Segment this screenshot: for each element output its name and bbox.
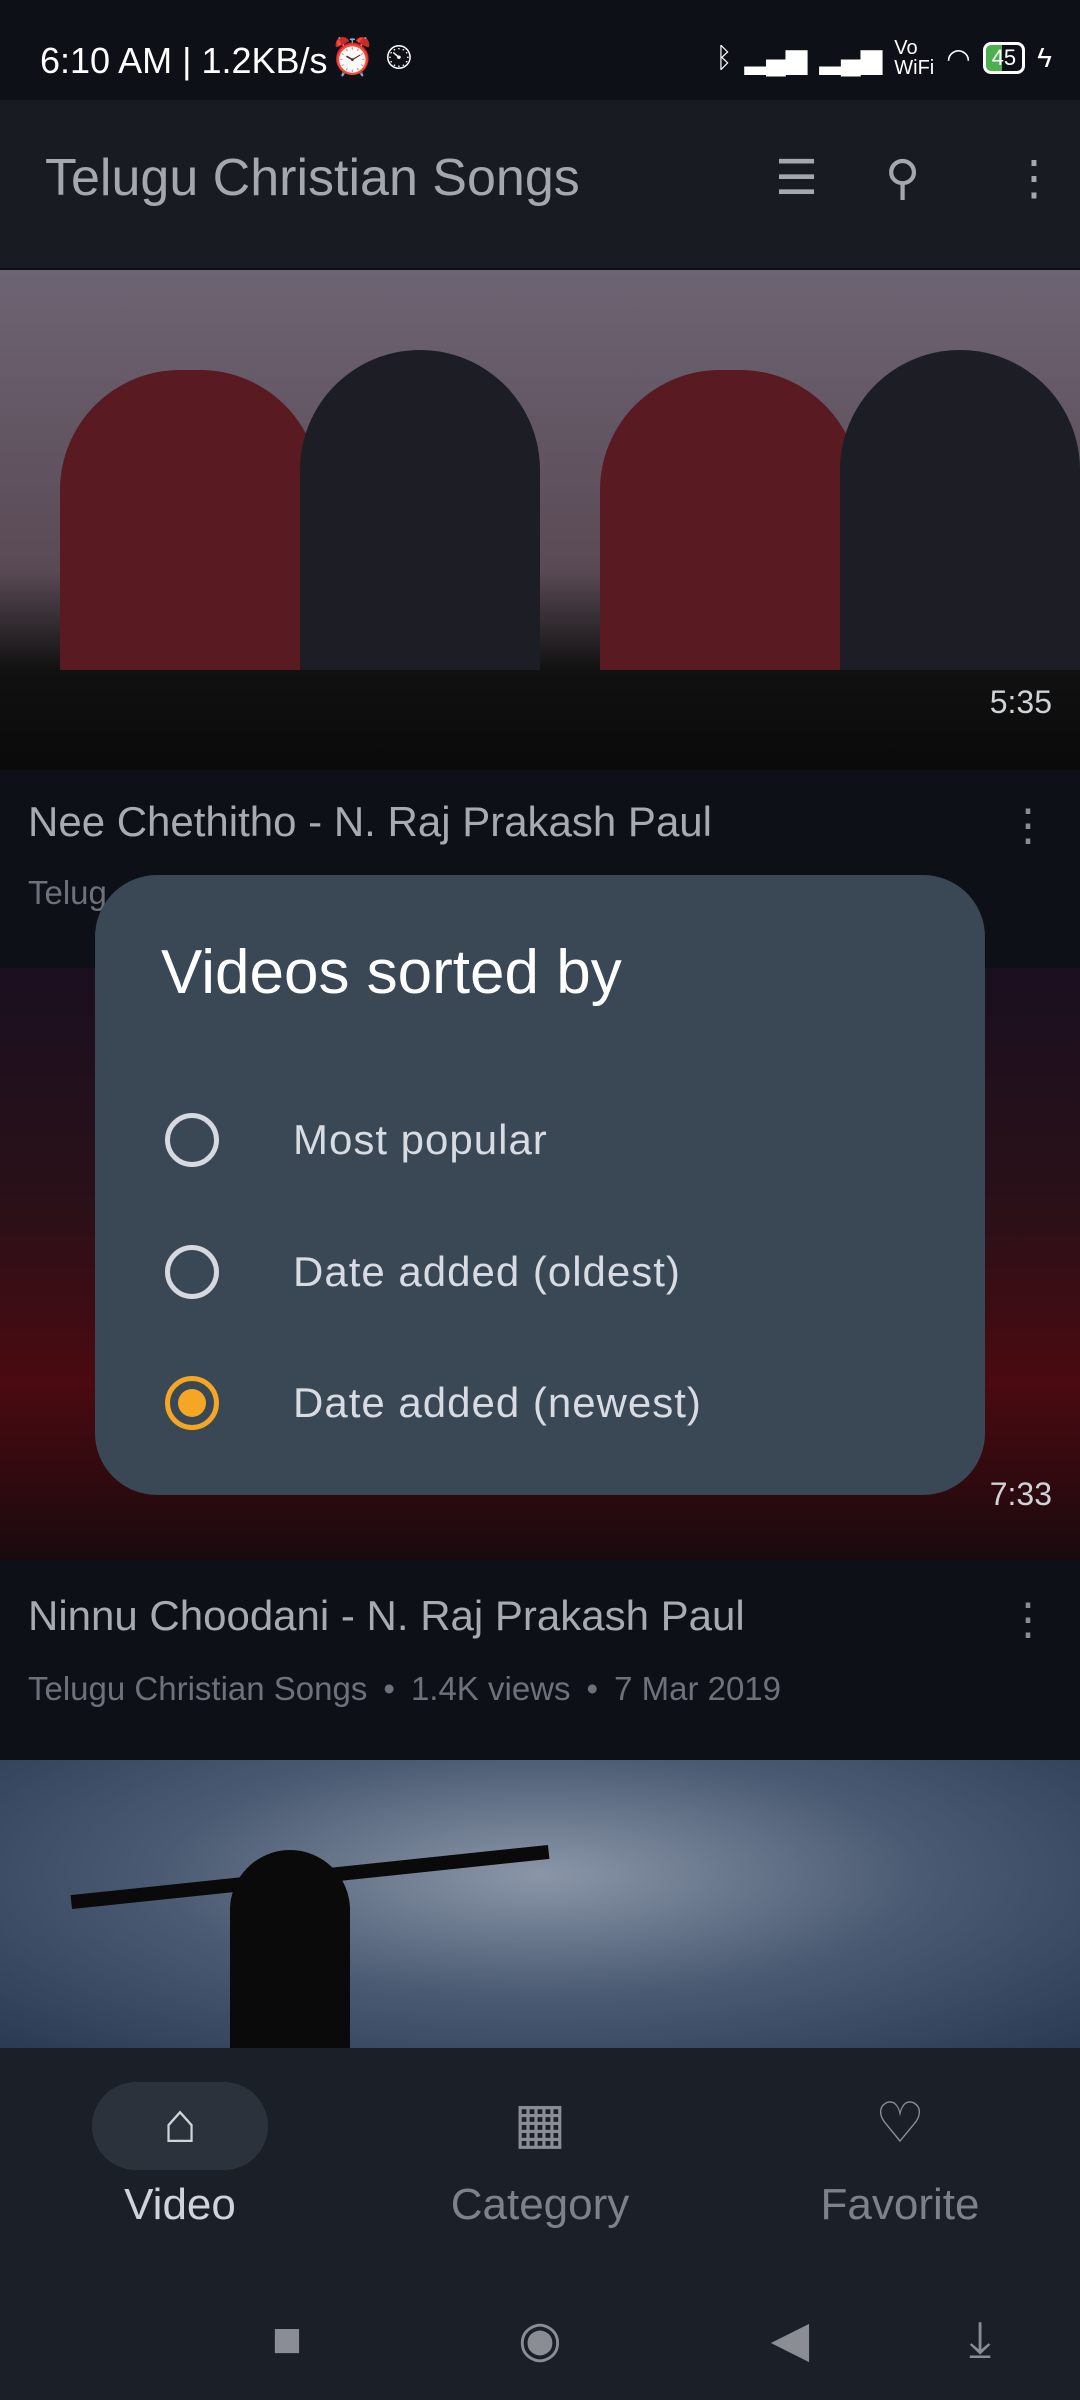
option-label: Most popular [293,1116,548,1163]
sort-option-date-newest[interactable]: Date added (newest) [95,1343,985,1463]
bottom-navigation: ⌂ Video ▦ Category ♡ Favorite [0,2048,1080,2270]
nav-favorite[interactable]: ♡ Favorite [720,2048,1080,2270]
nav-label: Category [450,2180,630,2229]
more-vert-icon[interactable]: ⋮ [1010,150,1058,206]
separator: • [586,1670,599,1707]
sort-icon[interactable]: ☰ [775,150,818,206]
video-thumbnail[interactable]: 5:35 [0,270,1080,770]
more-vert-icon[interactable]: ⋮ [1006,800,1050,851]
sort-option-date-oldest[interactable]: Date added (oldest) [95,1212,985,1332]
more-vert-icon[interactable]: ⋮ [1006,1594,1050,1645]
grid-icon: ▦ [513,2091,567,2154]
system-navigation-bar: ■ ◉ ◀ ⤓ [0,2270,1080,2400]
heart-icon: ♡ [874,2091,926,2154]
recents-icon[interactable]: ■ [257,2310,317,2368]
sort-option-most-popular[interactable]: Most popular [95,1080,985,1200]
search-icon[interactable]: ⚲ [885,150,920,206]
signal-icon-2: ▂▄▆ [819,42,883,74]
alarm-icon: ⏰ ⏲ [330,36,413,77]
battery-icon: 45 [982,42,1026,74]
option-label: Date added (oldest) [293,1248,681,1295]
charging-icon: ϟ [1037,42,1052,73]
option-label: Date added (newest) [293,1379,702,1426]
video-channel: Telug [28,874,107,911]
expand-icon[interactable]: ⤓ [950,2310,1010,2369]
radio-button-selected[interactable] [165,1376,219,1430]
home-button-icon[interactable]: ◉ [510,2310,570,2368]
signal-icon: ▂▄▆ [744,42,808,74]
bluetooth-icon: ᛒ [715,42,733,73]
video-duration: 7:33 [989,1476,1052,1512]
separator: • [383,1670,395,1707]
nav-category[interactable]: ▦ Category [360,2048,720,2270]
app-title: Telugu Christian Songs [45,149,580,207]
nav-video[interactable]: ⌂ Video [0,2048,360,2270]
video-thumbnail[interactable] [0,1760,1080,2048]
video-views: 1.4K views [410,1670,571,1707]
sort-dialog: Videos sorted by Most popular Date added… [95,875,985,1495]
radio-button[interactable] [165,1245,219,1299]
nav-label: Favorite [820,2180,980,2229]
video-date: 7 Mar 2019 [614,1670,782,1707]
video-meta: Telugu Christian Songs • 1.4K views • 7 … [28,1670,781,1708]
app-bar: Telugu Christian Songs ☰ ⚲ ⋮ [0,100,1080,268]
video-title[interactable]: Nee Chethitho - N. Raj Prakash Paul [28,798,988,846]
status-time: 6:10 AM | 1.2KB/s [40,40,328,81]
home-icon: ⌂ [163,2091,197,2154]
dialog-title: Videos sorted by [161,938,622,1007]
video-duration: 5:35 [989,684,1052,720]
video-title[interactable]: Ninnu Choodani - N. Raj Prakash Paul [28,1592,988,1640]
back-icon[interactable]: ◀ [760,2310,820,2368]
nav-label: Video [124,2180,236,2229]
radio-button[interactable] [165,1113,219,1167]
status-bar: 6:10 AM | 1.2KB/s ⏰ ⏲ ᛒ ▂▄▆ ▂▄▆ Vo WiFi … [0,0,1080,100]
video-channel: Telugu Christian Songs [28,1670,368,1707]
vowifi-label: Vo WiFi [894,37,935,79]
wifi-icon: ◠ [946,42,971,74]
